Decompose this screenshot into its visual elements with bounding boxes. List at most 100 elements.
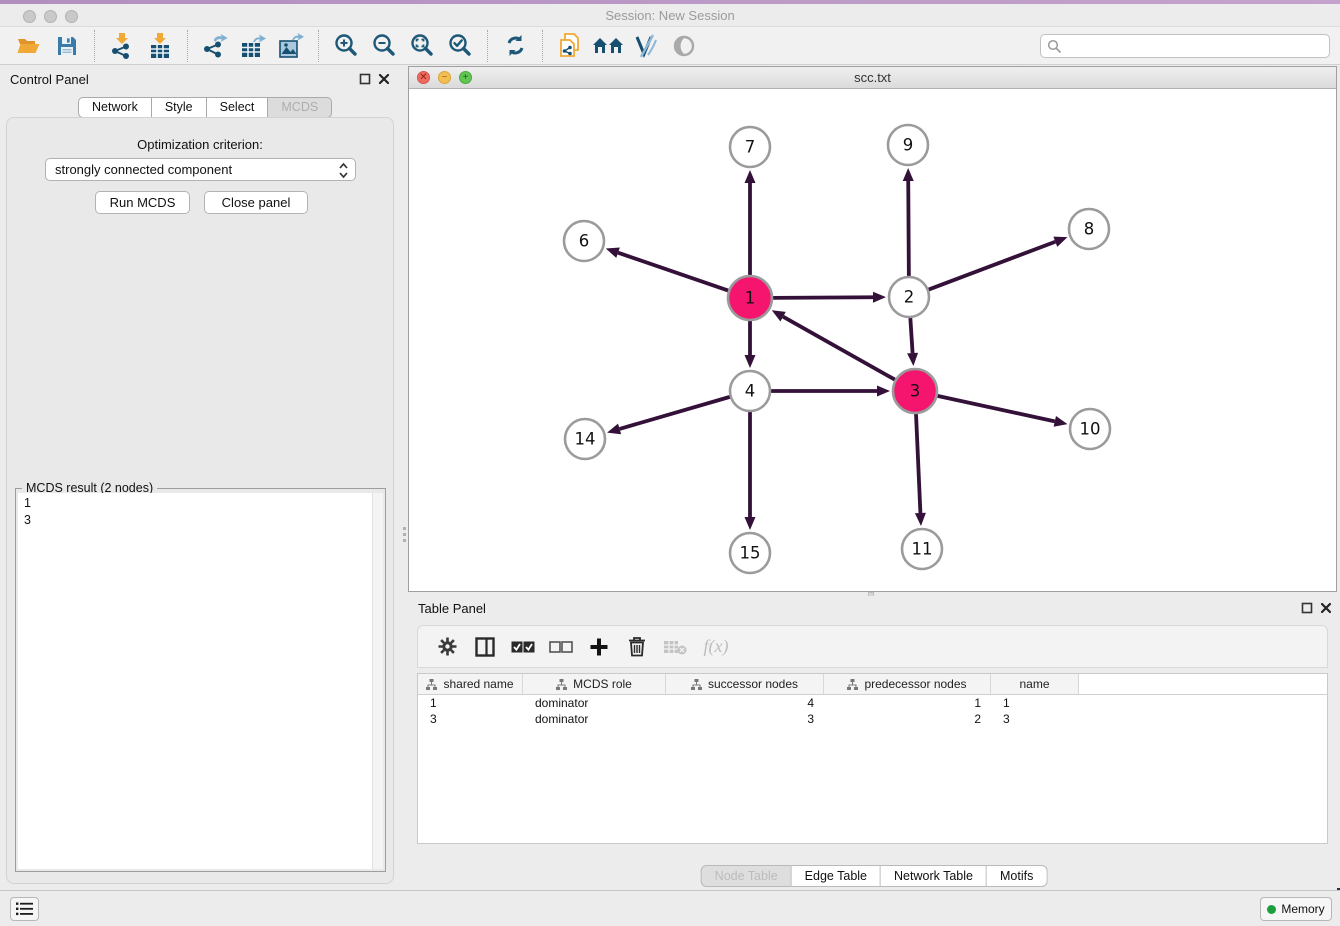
result-scrollbar[interactable] [372, 493, 383, 869]
cell-name[interactable]: 1 [991, 695, 1079, 711]
tab-style[interactable]: Style [152, 97, 207, 118]
dropdown-stepper-icon [338, 162, 349, 179]
vertical-splitter[interactable] [401, 65, 408, 890]
cell-mcds-role[interactable]: dominator [523, 695, 666, 711]
sort-hierarchy-icon [691, 679, 702, 690]
save-session-icon[interactable] [51, 30, 83, 62]
node-table[interactable]: shared nameMCDS rolesuccessor nodesprede… [417, 673, 1328, 844]
network-graph-canvas[interactable]: 7968124314101511 [409, 90, 1336, 591]
export-table-icon[interactable] [237, 30, 269, 62]
control-panel-tabs: NetworkStyleSelectMCDS [78, 97, 332, 118]
tab-edge-table[interactable]: Edge Table [792, 865, 881, 887]
floppy-disk-icon [56, 35, 78, 57]
graph-node-label-4: 4 [745, 382, 756, 401]
cell-mcds-role[interactable]: dominator [523, 711, 666, 727]
memory-button[interactable]: Memory [1260, 897, 1332, 921]
cell-name[interactable]: 3 [991, 711, 1079, 727]
edge-3-1[interactable] [783, 317, 895, 380]
edge-2-3[interactable] [910, 318, 912, 353]
tab-select[interactable]: Select [207, 97, 269, 118]
table-toolbar: f(x) [417, 625, 1328, 668]
birds-eye-view-icon[interactable] [668, 30, 700, 62]
import-network-glyph [110, 33, 134, 59]
toggle-panel-icon[interactable] [470, 632, 500, 662]
export-image-icon[interactable] [275, 30, 307, 62]
first-neighbors-icon[interactable] [592, 30, 624, 62]
gear-glyph [437, 636, 458, 657]
arrowhead-2-9 [903, 168, 914, 181]
tab-node-table[interactable]: Node Table [701, 865, 792, 887]
mcds-result-text[interactable]: 1 3 [18, 493, 372, 869]
add-column-icon[interactable] [584, 632, 614, 662]
network-close-button[interactable]: ✕ [417, 71, 430, 84]
tab-network[interactable]: Network [78, 97, 152, 118]
zoom-selected-icon[interactable] [444, 30, 476, 62]
run-mcds-button[interactable]: Run MCDS [95, 191, 190, 214]
plus-glyph [589, 637, 609, 657]
edge-4-14[interactable] [620, 397, 730, 429]
sort-hierarchy-icon [847, 679, 858, 690]
import-network-icon[interactable] [106, 30, 138, 62]
column-header-shared-name[interactable]: shared name [418, 674, 523, 694]
cell-successor-nodes[interactable]: 4 [666, 695, 824, 711]
sort-hierarchy-icon [426, 679, 437, 690]
settings-gear-icon[interactable] [432, 632, 462, 662]
float-panel-icon[interactable] [359, 73, 371, 85]
cell-predecessor-nodes[interactable]: 2 [824, 711, 991, 727]
task-history-button[interactable] [10, 897, 39, 921]
column-header-name[interactable]: name [991, 674, 1079, 694]
column-header-mcds-role[interactable]: MCDS role [523, 674, 666, 694]
criterion-dropdown[interactable]: strongly connected component [45, 158, 356, 181]
graph-node-label-11: 11 [912, 540, 933, 559]
edge-1-6[interactable] [618, 253, 728, 291]
close-panel-button[interactable]: Close panel [204, 191, 308, 214]
toggle-styles-icon[interactable] [630, 30, 662, 62]
graph-node-label-15: 15 [740, 544, 761, 563]
network-zoom-button[interactable]: + [459, 71, 472, 84]
zoom-fit-icon[interactable] [406, 30, 438, 62]
import-table-icon[interactable] [144, 30, 176, 62]
magnifier-check-glyph [448, 33, 473, 58]
arrowhead-4-3 [877, 386, 890, 397]
delete-column-icon[interactable] [622, 632, 652, 662]
network-minimize-button[interactable]: − [438, 71, 451, 84]
search-input[interactable] [1062, 36, 1329, 56]
arrowhead-2-8 [1053, 237, 1067, 247]
zoom-out-icon[interactable] [368, 30, 400, 62]
cell-shared-name[interactable]: 1 [418, 695, 523, 711]
tab-mcds[interactable]: MCDS [268, 97, 332, 118]
criterion-dropdown-value: strongly connected component [55, 162, 232, 177]
edge-2-9[interactable] [908, 181, 909, 276]
fx-label: f(x) [704, 636, 729, 657]
tab-motifs[interactable]: Motifs [987, 865, 1047, 887]
cell-shared-name[interactable]: 3 [418, 711, 523, 727]
edge-2-8[interactable] [929, 242, 1056, 290]
export-network-icon[interactable] [199, 30, 231, 62]
clone-network-icon[interactable] [554, 30, 586, 62]
edge-3-11[interactable] [916, 414, 920, 513]
table-row[interactable]: 3dominator323 [418, 711, 1327, 727]
deselect-all-checkboxes-icon[interactable] [546, 632, 576, 662]
cell-predecessor-nodes[interactable]: 1 [824, 695, 991, 711]
network-window-titlebar[interactable]: scc.txt ✕ − + [409, 67, 1336, 89]
search-box[interactable] [1040, 34, 1330, 58]
table-panel: Table Panel [408, 596, 1340, 888]
column-header-predecessor-nodes[interactable]: predecessor nodes [824, 674, 991, 694]
tab-network-table[interactable]: Network Table [881, 865, 987, 887]
houses-glyph [592, 35, 624, 57]
float-table-panel-icon[interactable] [1301, 602, 1313, 614]
folder-open-icon [16, 35, 42, 57]
edge-1-2[interactable] [773, 297, 873, 298]
close-panel-icon[interactable] [378, 73, 390, 85]
refresh-layout-icon[interactable] [499, 30, 531, 62]
open-session-icon[interactable] [13, 30, 45, 62]
cell-successor-nodes[interactable]: 3 [666, 711, 824, 727]
close-table-panel-icon[interactable] [1320, 602, 1332, 614]
column-header-successor-nodes[interactable]: successor nodes [666, 674, 824, 694]
table-row[interactable]: 1dominator411 [418, 695, 1327, 711]
export-table-glyph [240, 33, 266, 59]
edge-3-10[interactable] [937, 396, 1054, 421]
zoom-in-icon[interactable] [330, 30, 362, 62]
arrowhead-4-15 [745, 517, 756, 530]
select-all-checkboxes-icon[interactable] [508, 632, 538, 662]
